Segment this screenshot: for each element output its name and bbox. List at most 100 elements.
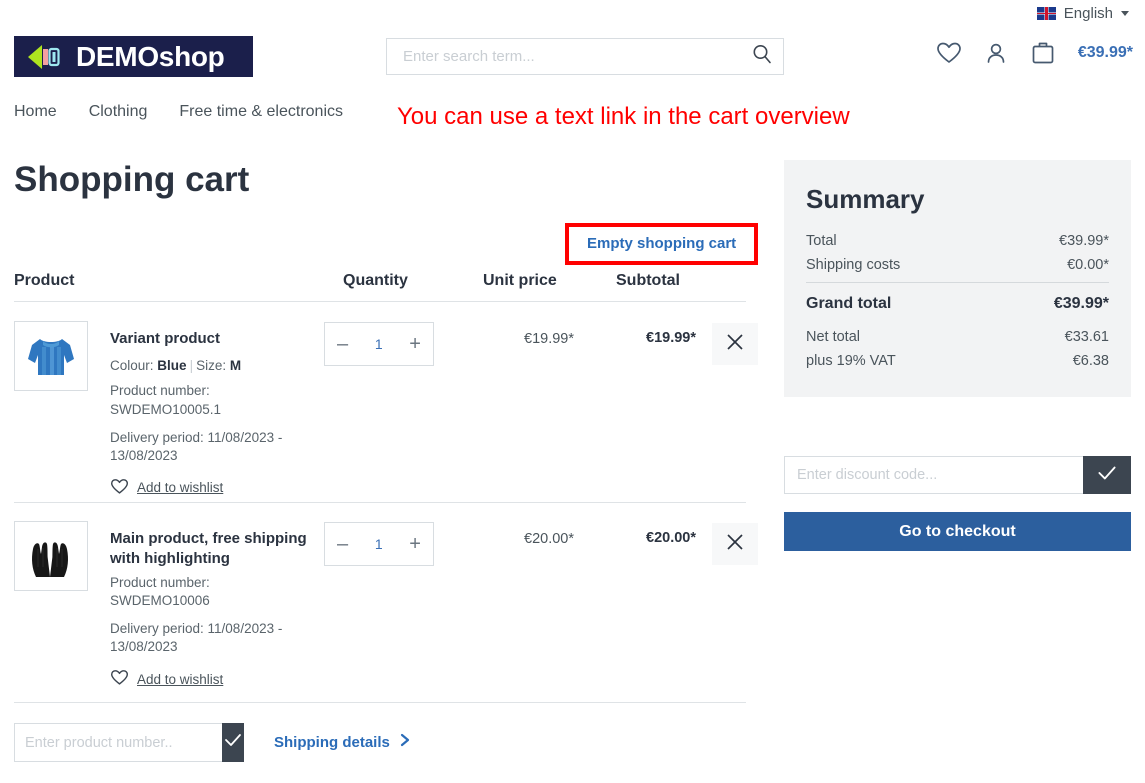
column-header-unit-price: Unit price: [483, 272, 557, 289]
header-actions: €39.99*: [936, 40, 1133, 66]
product-number-block: Product number: SWDEMO10006: [110, 574, 325, 611]
person-icon[interactable]: [984, 41, 1008, 65]
annotation-text: You can use a text link in the cart over…: [397, 103, 850, 130]
language-selector[interactable]: English: [1036, 4, 1129, 22]
shipping-details-link[interactable]: Shipping details: [274, 733, 411, 751]
unit-price-value: €20.00*: [524, 531, 574, 547]
summary-panel: Summary Total €39.99* Shipping costs €0.…: [784, 160, 1131, 397]
cart-table-header: Product Quantity Unit price Subtotal: [14, 272, 746, 302]
product-number-block: Product number: SWDEMO10005.1: [110, 382, 325, 419]
product-number-form: [14, 723, 244, 762]
delivery-period: Delivery period: 11/08/2023 - 13/08/2023: [110, 429, 283, 464]
search-input[interactable]: [401, 47, 751, 66]
column-header-subtotal: Subtotal: [616, 272, 680, 289]
remove-item-button[interactable]: [712, 323, 758, 365]
nav-item-free-time-electronics[interactable]: Free time & electronics: [179, 103, 343, 121]
product-info: Variant product Colour: Blue | Size: M Pro…: [110, 329, 325, 498]
summary-row-shipping: Shipping costs €0.00*: [806, 257, 1109, 273]
summary-row-vat: plus 19% VAT €6.38: [806, 353, 1109, 369]
cart-total-amount[interactable]: €39.99*: [1078, 44, 1133, 62]
quantity-value[interactable]: 1: [375, 336, 383, 352]
uk-flag-icon: [1036, 6, 1056, 20]
quantity-stepper[interactable]: – 1 +: [324, 322, 434, 366]
subtotal-value: €19.99*: [646, 330, 696, 346]
heart-icon: [110, 478, 129, 498]
quantity-stepper[interactable]: – 1 +: [324, 522, 434, 566]
summary-value: €39.99*: [1059, 233, 1109, 249]
remove-item-button[interactable]: [712, 523, 758, 565]
heart-icon: [110, 669, 129, 689]
summary-value: €33.61: [1064, 329, 1109, 345]
site-logo[interactable]: DEMOshop: [14, 36, 253, 77]
search-bar[interactable]: [386, 38, 784, 75]
summary-label: plus 19% VAT: [806, 353, 896, 369]
search-icon[interactable]: [751, 43, 773, 70]
nav-item-clothing[interactable]: Clothing: [89, 103, 148, 121]
quantity-increase-button[interactable]: +: [409, 334, 421, 354]
nav-item-home[interactable]: Home: [14, 103, 57, 121]
variant-separator: |: [189, 358, 194, 374]
summary-row-total: Total €39.99*: [806, 233, 1109, 249]
variant-colour-value: Blue: [157, 358, 187, 374]
empty-cart-highlight: Empty shopping cart: [565, 223, 759, 265]
close-icon: [724, 331, 746, 358]
quantity-decrease-button[interactable]: –: [337, 334, 348, 354]
add-to-wishlist-button[interactable]: Add to wishlist: [110, 478, 325, 498]
heart-icon[interactable]: [936, 41, 962, 65]
logo-text: DEMOshop: [76, 40, 225, 72]
quantity-increase-button[interactable]: +: [409, 534, 421, 554]
summary-label: Total: [806, 233, 837, 249]
go-to-checkout-button[interactable]: Go to checkout: [784, 512, 1131, 551]
product-number-label: Product number:: [110, 383, 210, 399]
shopping-cart-page: English DEMOshop Enter search term... €3…: [0, 0, 1145, 783]
summary-label: Net total: [806, 329, 860, 345]
product-number-input[interactable]: [14, 723, 222, 762]
product-variant: Colour: Blue | Size: M: [110, 358, 325, 373]
demoshop-logo-icon: [26, 44, 66, 70]
subtotal-value: €20.00*: [646, 530, 696, 546]
quantity-value[interactable]: 1: [375, 536, 383, 552]
product-number-value: SWDEMO10005.1: [110, 401, 222, 417]
product-number-value: SWDEMO10006: [110, 593, 210, 609]
shipping-details-label: Shipping details: [274, 733, 390, 751]
variant-colour-label: Colour:: [110, 358, 154, 374]
grand-total-label: Grand total: [806, 295, 892, 312]
variant-size-value: M: [229, 358, 242, 374]
summary-divider: [806, 282, 1109, 283]
chevron-right-icon: [399, 733, 411, 751]
product-info: Main product, free shipping with highlig…: [110, 529, 325, 689]
summary-row-net-total: Net total €33.61: [806, 329, 1109, 345]
page-title: Shopping cart: [14, 160, 250, 199]
discount-code-input[interactable]: [784, 456, 1083, 494]
product-name[interactable]: Variant product: [110, 329, 325, 349]
summary-label: Shipping costs: [806, 257, 901, 273]
product-number-submit-button[interactable]: [222, 723, 244, 762]
product-number-label: Product number:: [110, 574, 210, 590]
blue-sweater-thumbnail[interactable]: [14, 321, 88, 391]
shopping-bag-icon[interactable]: [1030, 40, 1056, 66]
add-to-wishlist-label: Add to wishlist: [137, 671, 224, 687]
column-header-quantity: Quantity: [343, 272, 408, 289]
summary-value: €0.00*: [1067, 257, 1109, 273]
table-row: Variant product Colour: Blue | Size: M Pro…: [14, 303, 758, 503]
add-to-wishlist-button[interactable]: Add to wishlist: [110, 669, 325, 689]
empty-shopping-cart-link[interactable]: Empty shopping cart: [587, 235, 736, 252]
language-label: English: [1063, 4, 1113, 22]
top-bar: English: [0, 0, 1145, 26]
grand-total-value: €39.99*: [1053, 295, 1109, 312]
variant-size-label: Size:: [196, 358, 227, 374]
add-to-wishlist-label: Add to wishlist: [137, 480, 224, 496]
discount-submit-button[interactable]: [1083, 456, 1131, 494]
table-row: Main product, free shipping with highlig…: [14, 503, 758, 703]
unit-price-value: €19.99*: [524, 331, 574, 347]
close-icon: [724, 531, 746, 558]
summary-value: €6.38: [1072, 353, 1109, 369]
main-navigation: Home Clothing Free time & electronics: [14, 103, 343, 121]
quantity-decrease-button[interactable]: –: [337, 534, 348, 554]
chevron-down-icon: [1121, 10, 1129, 16]
delivery-period: Delivery period: 11/08/2023 - 13/08/2023: [110, 620, 283, 655]
discount-code-form: [784, 456, 1131, 494]
product-name[interactable]: Main product, free shipping with highlig…: [110, 529, 325, 570]
check-icon: [1095, 461, 1119, 490]
black-gloves-thumbnail[interactable]: [14, 521, 88, 591]
